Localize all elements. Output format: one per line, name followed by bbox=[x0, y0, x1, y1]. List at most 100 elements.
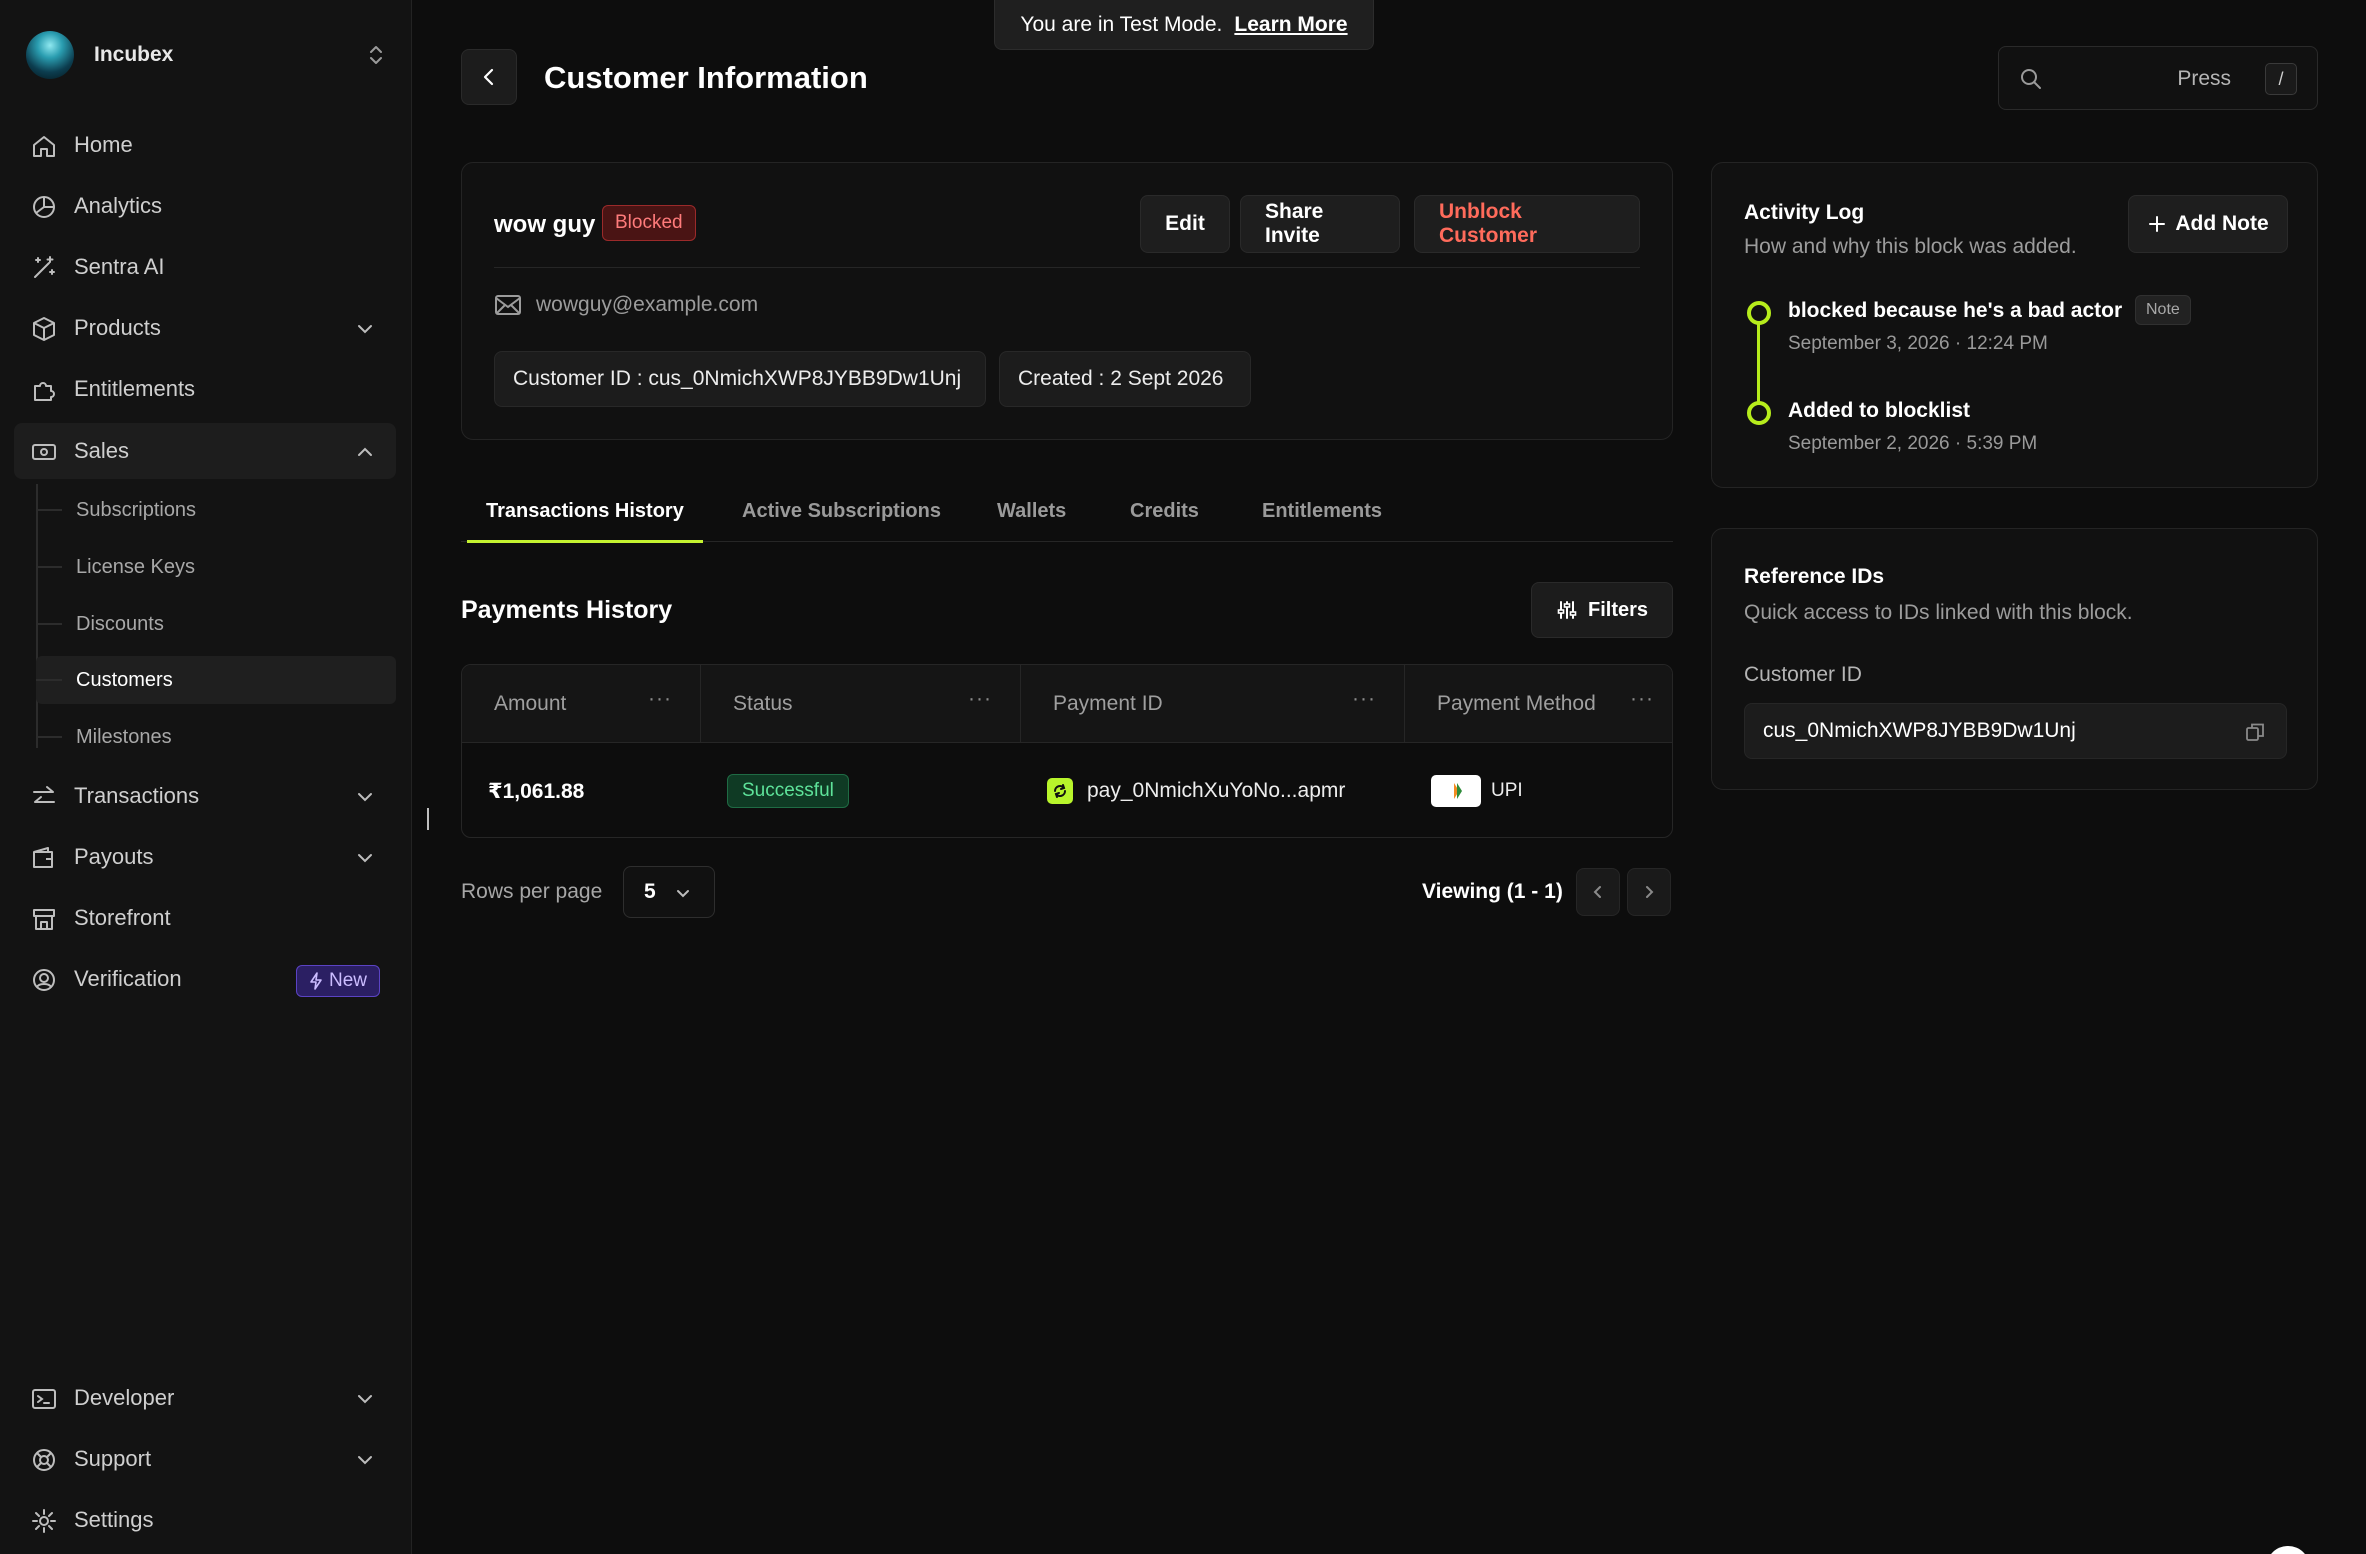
active-tab-indicator bbox=[467, 540, 703, 543]
help-bubble[interactable] bbox=[2266, 1546, 2310, 1554]
lifebuoy-icon bbox=[30, 1446, 58, 1474]
org-switcher[interactable]: Incubex bbox=[26, 28, 386, 82]
sidebar-item-support[interactable]: Support bbox=[14, 1431, 396, 1487]
rows-per-page-select[interactable]: 5 bbox=[623, 866, 715, 918]
arrows-swap-icon bbox=[30, 783, 58, 811]
chevron-right-icon bbox=[1646, 886, 1654, 898]
sidebar-item-home[interactable]: Home bbox=[14, 117, 396, 173]
tree-branch bbox=[36, 566, 62, 568]
search-hint: Press bbox=[2177, 67, 2231, 90]
activity-log-card: Activity Log How and why this block was … bbox=[1711, 162, 2318, 488]
edit-button[interactable]: Edit bbox=[1140, 195, 1230, 253]
filters-button[interactable]: Filters bbox=[1531, 582, 1673, 638]
column-label: Payment ID bbox=[1053, 692, 1163, 715]
customer-card: wow guy Blocked Edit Share Invite Unbloc… bbox=[461, 162, 1673, 440]
sidebar-item-payouts[interactable]: Payouts bbox=[14, 829, 396, 885]
copy-icon[interactable] bbox=[2244, 721, 2266, 743]
sidebar-item-transactions[interactable]: Transactions bbox=[14, 768, 396, 824]
activity-entry-title: blocked because he's a bad actor bbox=[1788, 299, 2123, 322]
customer-id-field: cus_0NmichXWP8JYBB9Dw1Unj bbox=[1744, 703, 2287, 759]
note-tag: Note bbox=[2135, 295, 2191, 325]
chevron-updown-icon[interactable] bbox=[366, 43, 386, 67]
more-icon[interactable]: ··· bbox=[1630, 687, 1654, 711]
created-chip: Created : 2 Sept 2026 bbox=[999, 351, 1251, 407]
email-row: wowguy@example.com bbox=[494, 293, 758, 317]
reference-field-label: Customer ID bbox=[1744, 663, 1862, 686]
column-label: Status bbox=[733, 692, 793, 715]
sidebar-item-label: Verification bbox=[74, 966, 182, 991]
next-page-button[interactable] bbox=[1627, 868, 1671, 916]
search-input[interactable]: Press / bbox=[1998, 46, 2318, 110]
back-button[interactable] bbox=[461, 49, 517, 105]
sidebar-subitem-subscriptions[interactable]: Subscriptions bbox=[36, 486, 396, 534]
sidebar-item-label: Support bbox=[74, 1446, 152, 1471]
status-badge: Successful bbox=[727, 774, 849, 808]
tab-bar: Transactions History Active Subscription… bbox=[461, 486, 1673, 543]
sidebar-item-storefront[interactable]: Storefront bbox=[14, 890, 396, 946]
sidebar-item-settings[interactable]: Settings bbox=[14, 1492, 396, 1548]
sidebar-subitem-discounts[interactable]: Discounts bbox=[36, 600, 396, 648]
sidebar-item-sentra-ai[interactable]: Sentra AI bbox=[14, 239, 396, 295]
chevron-down-icon[interactable] bbox=[354, 1388, 376, 1410]
sidebar-item-sales[interactable]: Sales bbox=[14, 423, 396, 479]
share-invite-button[interactable]: Share Invite bbox=[1240, 195, 1400, 253]
column-label: Amount bbox=[494, 692, 567, 715]
payment-id-value[interactable]: pay_0NmichXuYoNo...apmr bbox=[1087, 779, 1345, 803]
search-icon bbox=[2019, 67, 2043, 91]
tab-entitlements[interactable]: Entitlements bbox=[1262, 500, 1382, 523]
bolt-icon bbox=[309, 972, 323, 990]
table-row[interactable]: ₹1,061.88 Successful pay_0NmichXuYoNo...… bbox=[462, 744, 1672, 837]
column-header-payment-method[interactable]: Payment Method ··· bbox=[1405, 665, 1672, 743]
text-cursor bbox=[427, 808, 429, 830]
add-note-button[interactable]: Add Note bbox=[2128, 195, 2288, 253]
sidebar-item-label: Developer bbox=[74, 1385, 175, 1410]
activity-entry-date: September 2, 2026 · 5:39 PM bbox=[1788, 433, 2038, 454]
chevron-down-icon[interactable] bbox=[354, 847, 376, 869]
sidebar: Incubex Home Analytics Sentra AI Product… bbox=[0, 0, 412, 1554]
more-icon[interactable]: ··· bbox=[968, 687, 992, 711]
column-header-payment-id[interactable]: Payment ID ··· bbox=[1021, 665, 1405, 743]
sidebar-item-verification[interactable]: Verification New bbox=[14, 951, 396, 1007]
sidebar-item-label: Transactions bbox=[74, 783, 200, 808]
tree-branch bbox=[36, 679, 62, 681]
cash-icon bbox=[30, 438, 58, 466]
sidebar-subitem-license-keys[interactable]: License Keys bbox=[36, 543, 396, 591]
tab-wallets[interactable]: Wallets bbox=[997, 500, 1066, 523]
org-logo bbox=[26, 31, 74, 79]
chevron-up-icon[interactable] bbox=[354, 441, 376, 463]
sliders-icon bbox=[1556, 599, 1578, 621]
tab-active-subscriptions[interactable]: Active Subscriptions bbox=[742, 500, 941, 523]
customer-name: wow guy bbox=[494, 211, 596, 238]
sidebar-subitem-milestones[interactable]: Milestones bbox=[36, 713, 396, 761]
sidebar-subitem-customers[interactable]: Customers bbox=[36, 656, 396, 704]
unblock-customer-button[interactable]: Unblock Customer bbox=[1414, 195, 1640, 253]
payment-link-icon bbox=[1047, 778, 1073, 804]
chevron-down-icon[interactable] bbox=[354, 1449, 376, 1471]
learn-more-link[interactable]: Learn More bbox=[1234, 13, 1347, 37]
sidebar-item-products[interactable]: Products bbox=[14, 300, 396, 356]
column-header-status[interactable]: Status ··· bbox=[701, 665, 1021, 743]
reference-ids-card: Reference IDs Quick access to IDs linked… bbox=[1711, 528, 2318, 790]
tree-branch bbox=[36, 623, 62, 625]
more-icon[interactable]: ··· bbox=[648, 687, 672, 711]
tab-transactions-history[interactable]: Transactions History bbox=[486, 500, 684, 523]
tab-credits[interactable]: Credits bbox=[1130, 500, 1199, 523]
plus-icon bbox=[2147, 214, 2167, 234]
chevron-down-icon[interactable] bbox=[354, 318, 376, 340]
puzzle-icon bbox=[30, 376, 58, 404]
sidebar-item-entitlements[interactable]: Entitlements bbox=[14, 361, 396, 417]
timeline-dot bbox=[1747, 301, 1771, 325]
payment-method-value: UPI bbox=[1491, 780, 1523, 801]
previous-page-button[interactable] bbox=[1576, 868, 1620, 916]
chevron-left-icon bbox=[1593, 886, 1601, 898]
customer-id-chip: Customer ID : cus_0NmichXWP8JYBB9Dw1Unj bbox=[494, 351, 986, 407]
box-icon bbox=[30, 315, 58, 343]
chevron-down-icon[interactable] bbox=[354, 786, 376, 808]
sidebar-item-developer[interactable]: Developer bbox=[14, 1370, 396, 1426]
sidebar-item-analytics[interactable]: Analytics bbox=[14, 178, 396, 234]
upi-logo-icon bbox=[1431, 775, 1481, 807]
table-header: Amount ··· Status ··· Payment ID ··· Pay… bbox=[462, 665, 1672, 743]
column-header-amount[interactable]: Amount ··· bbox=[462, 665, 701, 743]
sidebar-item-label: Home bbox=[74, 132, 133, 157]
more-icon[interactable]: ··· bbox=[1352, 687, 1376, 711]
